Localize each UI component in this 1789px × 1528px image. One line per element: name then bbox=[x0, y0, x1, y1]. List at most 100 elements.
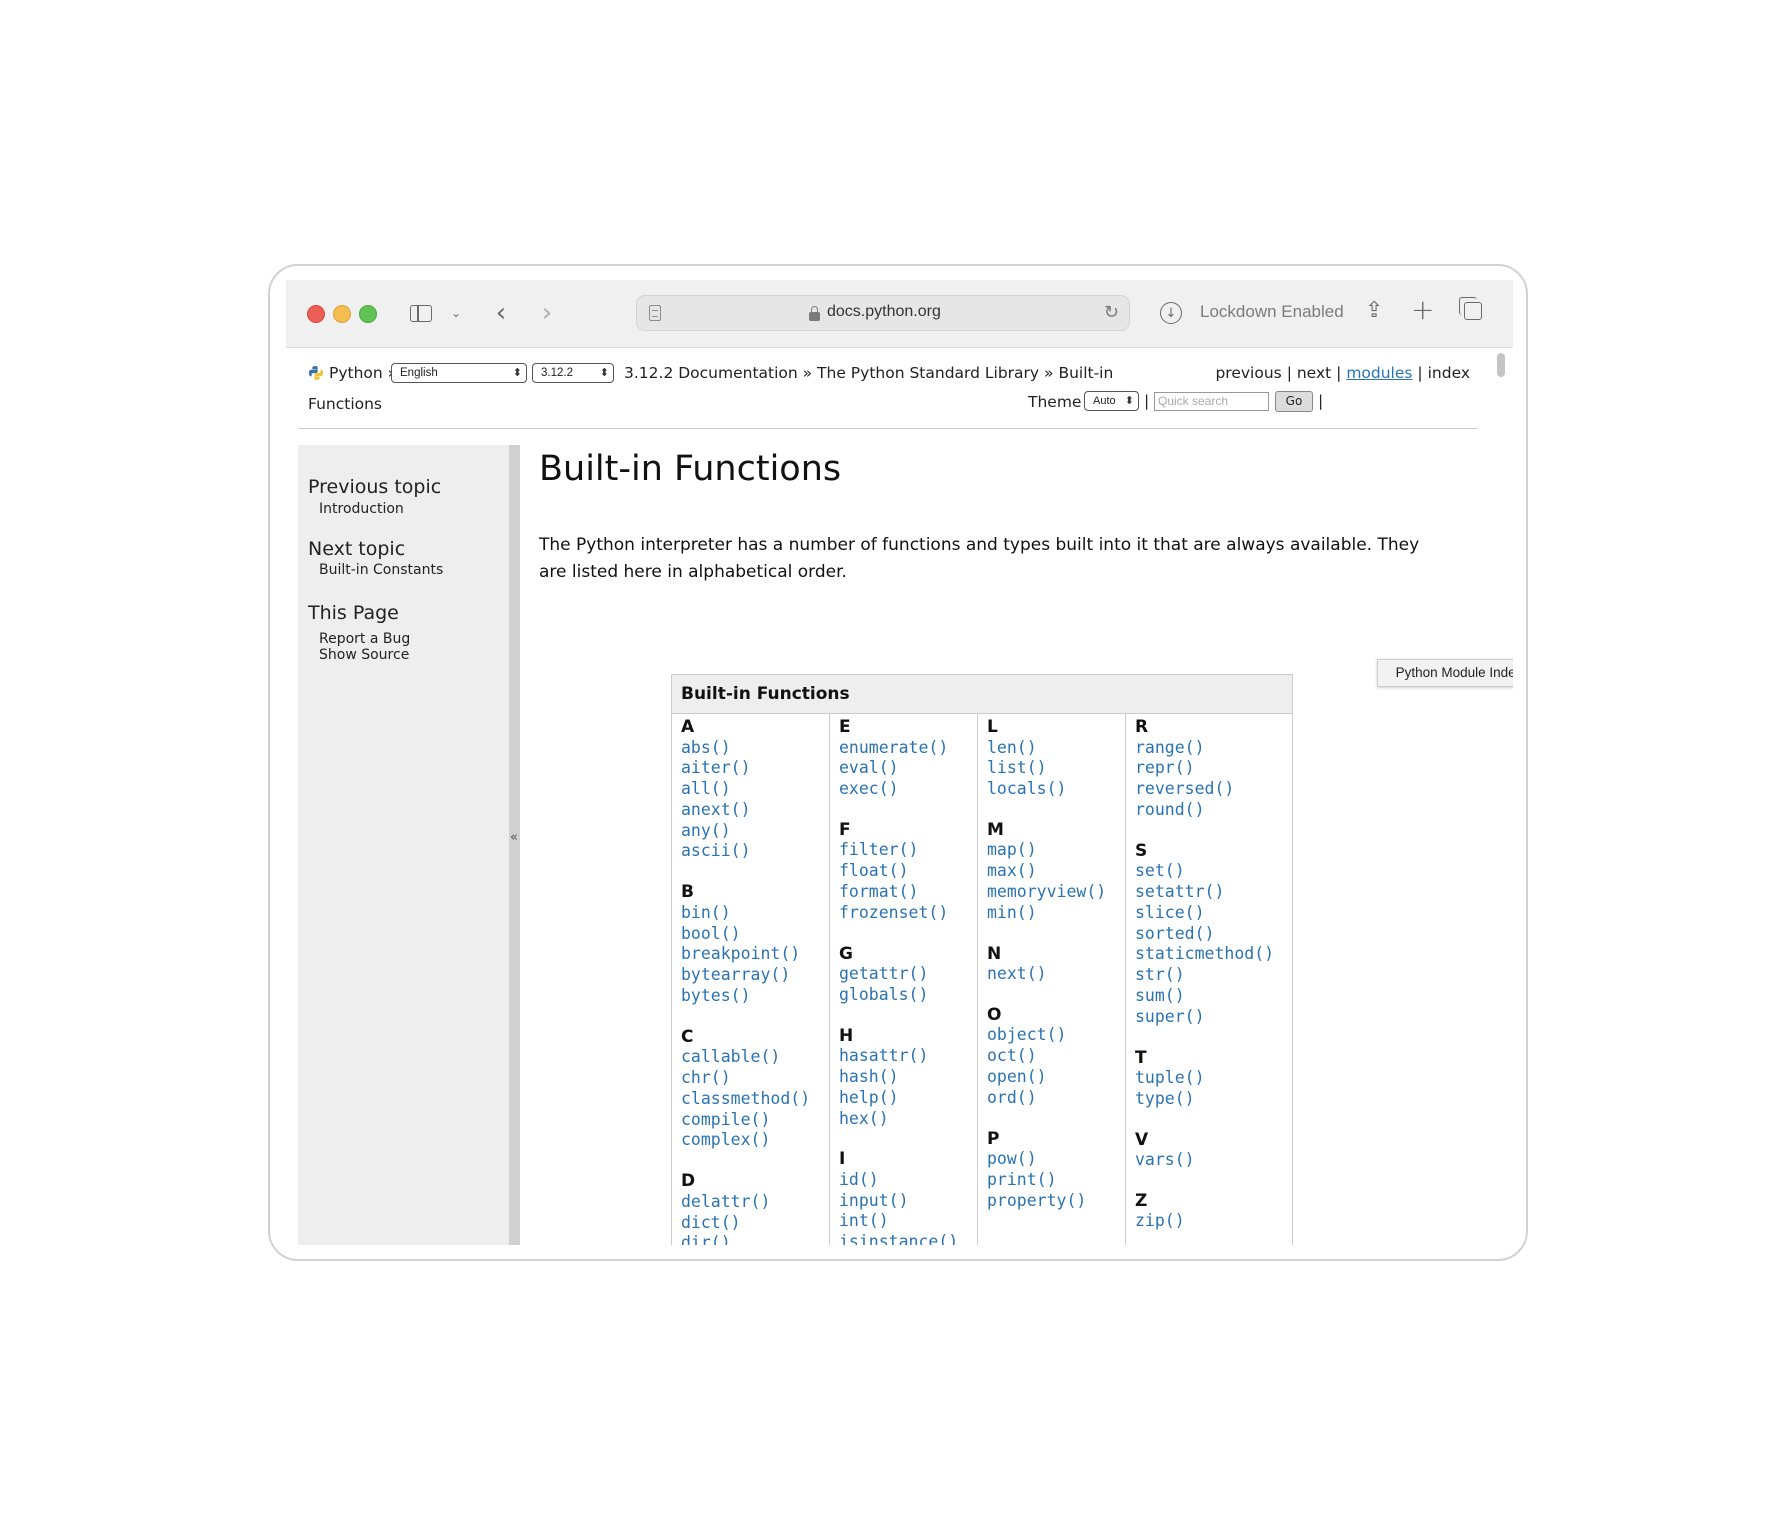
modules-link[interactable]: modules bbox=[1346, 364, 1412, 382]
function-link[interactable]: vars() bbox=[1135, 1150, 1292, 1171]
breadcrumb[interactable]: 3.12.2 Documentation » The Python Standa… bbox=[624, 364, 1113, 382]
function-link[interactable]: input() bbox=[839, 1191, 977, 1212]
function-link[interactable]: slice() bbox=[1135, 903, 1292, 924]
function-link[interactable]: round() bbox=[1135, 800, 1292, 821]
function-link[interactable]: format() bbox=[839, 882, 977, 903]
function-link[interactable]: bytearray() bbox=[681, 965, 829, 986]
function-link[interactable]: exec() bbox=[839, 779, 977, 800]
function-link[interactable]: str() bbox=[1135, 965, 1292, 986]
function-link[interactable]: property() bbox=[987, 1191, 1125, 1212]
function-link[interactable]: memoryview() bbox=[987, 882, 1125, 903]
function-link[interactable]: enumerate() bbox=[839, 738, 977, 759]
function-link[interactable]: complex() bbox=[681, 1130, 829, 1151]
function-link[interactable]: list() bbox=[987, 758, 1125, 779]
function-link[interactable]: len() bbox=[987, 738, 1125, 759]
function-link[interactable]: type() bbox=[1135, 1089, 1292, 1110]
function-link[interactable]: range() bbox=[1135, 738, 1292, 759]
lockdown-status[interactable]: Lockdown Enabled bbox=[1200, 302, 1344, 322]
function-link[interactable]: id() bbox=[839, 1170, 977, 1191]
page-icon[interactable] bbox=[649, 305, 661, 321]
function-link[interactable]: tuple() bbox=[1135, 1068, 1292, 1089]
function-link[interactable]: bool() bbox=[681, 924, 829, 945]
function-link[interactable]: callable() bbox=[681, 1047, 829, 1068]
tab-overview-icon[interactable] bbox=[1459, 297, 1482, 320]
minimize-window-button[interactable] bbox=[333, 305, 351, 323]
version-select[interactable]: 3.12.2 bbox=[532, 363, 614, 383]
function-link[interactable]: ord() bbox=[987, 1088, 1125, 1109]
previous-topic-link[interactable]: Introduction bbox=[319, 501, 404, 517]
language-select[interactable]: English bbox=[391, 363, 527, 383]
function-link[interactable]: help() bbox=[839, 1088, 977, 1109]
function-link[interactable]: oct() bbox=[987, 1046, 1125, 1067]
index-link[interactable]: index bbox=[1428, 364, 1470, 382]
function-link[interactable]: min() bbox=[987, 903, 1125, 924]
forward-icon[interactable]: › bbox=[537, 298, 557, 328]
function-link[interactable]: sum() bbox=[1135, 986, 1292, 1007]
show-source-link[interactable]: Show Source bbox=[319, 647, 409, 663]
next-topic-link[interactable]: Built-in Constants bbox=[319, 562, 443, 578]
share-icon[interactable]: ⇪ bbox=[1365, 298, 1383, 323]
function-link[interactable]: anext() bbox=[681, 800, 829, 821]
function-link[interactable]: ascii() bbox=[681, 841, 829, 862]
function-link[interactable]: next() bbox=[987, 964, 1125, 985]
function-link[interactable]: globals() bbox=[839, 985, 977, 1006]
collapse-icon[interactable]: « bbox=[510, 830, 518, 845]
reload-icon[interactable]: ↻ bbox=[1104, 302, 1119, 323]
address-bar[interactable]: docs.python.org ↻ bbox=[636, 295, 1130, 331]
url-text[interactable]: docs.python.org bbox=[827, 303, 941, 321]
function-link[interactable]: isinstance() bbox=[839, 1232, 977, 1245]
zoom-window-button[interactable] bbox=[359, 305, 377, 323]
function-link[interactable]: classmethod() bbox=[681, 1089, 829, 1110]
breadcrumb-python[interactable]: Python » bbox=[329, 364, 397, 382]
function-link[interactable]: super() bbox=[1135, 1007, 1292, 1028]
function-link[interactable]: filter() bbox=[839, 840, 977, 861]
function-link[interactable]: eval() bbox=[839, 758, 977, 779]
function-link[interactable]: breakpoint() bbox=[681, 944, 829, 965]
theme-select[interactable]: Auto bbox=[1084, 391, 1139, 411]
function-link[interactable]: dir() bbox=[681, 1233, 829, 1245]
previous-link[interactable]: previous bbox=[1215, 364, 1281, 382]
next-link[interactable]: next bbox=[1297, 364, 1331, 382]
new-tab-icon[interactable]: + bbox=[1411, 293, 1434, 326]
function-link[interactable]: chr() bbox=[681, 1068, 829, 1089]
download-icon[interactable]: ↓ bbox=[1160, 302, 1182, 324]
function-link[interactable]: dict() bbox=[681, 1213, 829, 1234]
function-link[interactable]: hasattr() bbox=[839, 1046, 977, 1067]
function-link[interactable]: compile() bbox=[681, 1110, 829, 1131]
function-link[interactable]: getattr() bbox=[839, 964, 977, 985]
report-bug-link[interactable]: Report a Bug bbox=[319, 631, 410, 647]
function-link[interactable]: any() bbox=[681, 821, 829, 842]
function-link[interactable]: setattr() bbox=[1135, 882, 1292, 903]
sidebar-icon[interactable] bbox=[408, 298, 434, 328]
function-link[interactable]: reversed() bbox=[1135, 779, 1292, 800]
function-link[interactable]: int() bbox=[839, 1211, 977, 1232]
function-link[interactable]: hash() bbox=[839, 1067, 977, 1088]
function-link[interactable]: pow() bbox=[987, 1149, 1125, 1170]
function-link[interactable]: float() bbox=[839, 861, 977, 882]
function-link[interactable]: hex() bbox=[839, 1109, 977, 1130]
function-link[interactable]: bytes() bbox=[681, 986, 829, 1007]
function-link[interactable]: zip() bbox=[1135, 1211, 1292, 1232]
function-link[interactable]: abs() bbox=[681, 738, 829, 759]
function-link[interactable]: object() bbox=[987, 1025, 1125, 1046]
sidebar-collapse-button[interactable]: « bbox=[509, 445, 520, 1245]
scrollbar[interactable] bbox=[1497, 353, 1505, 377]
go-button[interactable]: Go bbox=[1275, 391, 1313, 412]
function-link[interactable]: sorted() bbox=[1135, 924, 1292, 945]
chevron-down-icon[interactable]: ⌄ bbox=[449, 298, 463, 328]
function-link[interactable]: max() bbox=[987, 861, 1125, 882]
function-link[interactable]: bin() bbox=[681, 903, 829, 924]
function-link[interactable]: print() bbox=[987, 1170, 1125, 1191]
function-link[interactable]: staticmethod() bbox=[1135, 944, 1292, 965]
function-link[interactable]: aiter() bbox=[681, 758, 829, 779]
close-window-button[interactable] bbox=[307, 305, 325, 323]
function-link[interactable]: delattr() bbox=[681, 1192, 829, 1213]
function-link[interactable]: set() bbox=[1135, 861, 1292, 882]
function-link[interactable]: all() bbox=[681, 779, 829, 800]
function-link[interactable]: repr() bbox=[1135, 758, 1292, 779]
function-link[interactable]: locals() bbox=[987, 779, 1125, 800]
function-link[interactable]: frozenset() bbox=[839, 903, 977, 924]
function-link[interactable]: map() bbox=[987, 840, 1125, 861]
back-icon[interactable]: ‹ bbox=[491, 298, 511, 328]
quick-search-input[interactable]: Quick search bbox=[1154, 392, 1269, 411]
